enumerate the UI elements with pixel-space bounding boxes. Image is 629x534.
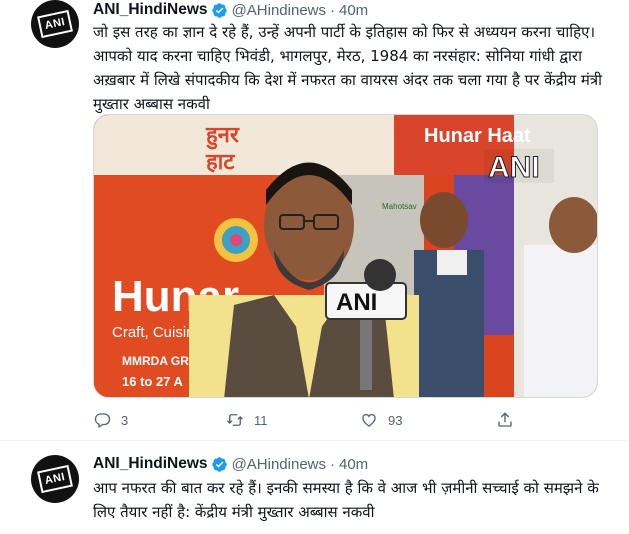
banner-mahotsav: Mahotsav [382, 202, 417, 211]
author-handle[interactable]: @AHindinews [232, 2, 326, 19]
banner-dates: 16 to 27 A [122, 374, 184, 389]
author-handle[interactable]: @AHindinews [232, 456, 326, 473]
share-icon [498, 412, 512, 427]
avatar-text: ANI [43, 471, 67, 487]
retweet-button[interactable]: 11 [226, 411, 268, 429]
retweet-icon [227, 414, 243, 426]
watermark-ani: ANI [488, 151, 540, 184]
tweet-media-image[interactable]: हुनर हाट Hunar Haat Hunar Craft, Cuisine… [93, 114, 598, 398]
reply-count: 3 [121, 412, 129, 428]
tweet-text: जो इस तरह का ज्ञान दे रहे हैं, उन्हें अप… [93, 23, 603, 113]
share-button[interactable] [496, 411, 514, 429]
tweet-text: आप नफरत की बात कर रहे हैं। इनकी समस्या ह… [93, 479, 599, 521]
tweet-header: ANI_HindiNews @AHindinews · 40m [93, 0, 368, 20]
avatar-text: ANI [43, 16, 67, 32]
mic-label: ANI [336, 289, 377, 316]
reply-button[interactable]: 3 [93, 411, 128, 429]
media-photo: हुनर हाट Hunar Haat Hunar Craft, Cuisine… [94, 115, 597, 397]
avatar[interactable]: ANI [31, 455, 79, 503]
reply-icon [94, 413, 111, 428]
author-name[interactable]: ANI_HindiNews [93, 1, 208, 19]
like-button[interactable]: 93 [360, 411, 402, 429]
tweet-header: ANI_HindiNews @AHindinews · 40m [93, 454, 368, 474]
ani-logo: ANI [37, 9, 73, 39]
separator-dot: · [330, 1, 335, 19]
retweet-count: 11 [254, 412, 268, 428]
banner-top-english: Hunar Haat [424, 125, 531, 147]
verified-badge-icon [211, 456, 227, 472]
timestamp[interactable]: 40m [339, 456, 368, 473]
banner-top-hindi-2: हाट [205, 150, 235, 175]
ani-logo: ANI [37, 464, 73, 494]
like-count: 93 [388, 412, 403, 428]
tweet-actions: 3 11 93 [93, 408, 523, 432]
avatar[interactable]: ANI [31, 0, 79, 48]
tweet[interactable]: ANI ANI_HindiNews @AHindinews · 40m आप न… [0, 441, 629, 534]
banner-top-hindi-1: हुनर [205, 123, 240, 150]
heart-icon [362, 413, 376, 427]
verified-badge-icon [211, 2, 227, 18]
separator-dot: · [330, 455, 335, 473]
tweet[interactable]: ANI ANI_HindiNews @AHindinews · 40m जो इ… [0, 0, 629, 441]
banner-venue: MMRDA GRO [122, 354, 198, 368]
author-name[interactable]: ANI_HindiNews [93, 455, 208, 473]
timestamp[interactable]: 40m [339, 2, 368, 19]
